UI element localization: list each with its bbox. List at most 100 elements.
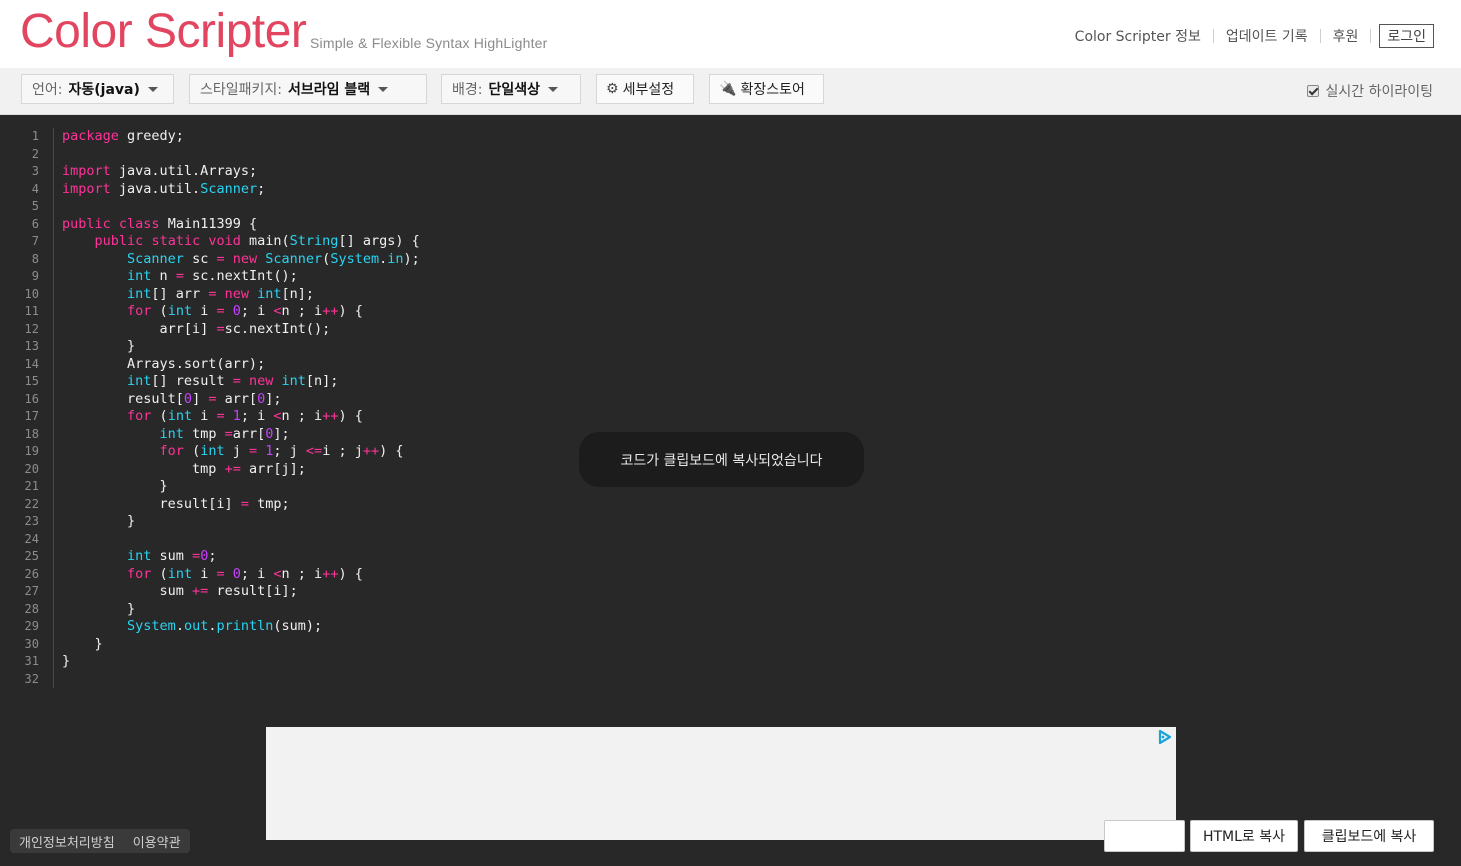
code-line[interactable]: import java.util.Scanner; — [62, 181, 420, 199]
settings-label: 세부설정 — [622, 82, 675, 98]
copy-clipboard-button[interactable]: 클립보드에 복사 — [1304, 820, 1434, 852]
code-line[interactable] — [62, 146, 420, 164]
code-line[interactable]: } — [62, 636, 420, 654]
line-number: 15 — [24, 374, 39, 388]
code-line[interactable]: for (int i = 1; i <n ; i++) { — [62, 408, 420, 426]
line-number: 10 — [24, 286, 39, 301]
code-line[interactable]: int sum =0; — [62, 548, 420, 566]
extension-store-button[interactable]: 🔌 확장스토어 — [709, 74, 824, 104]
realtime-checkbox[interactable] — [1306, 85, 1319, 97]
language-dropdown[interactable]: 언어: 자동(java) — [21, 74, 174, 104]
nav-divider — [1370, 29, 1372, 43]
line-number: 23 — [24, 514, 39, 528]
style-package-label: 스타일패키지: — [200, 82, 282, 98]
code-line[interactable]: int[] arr = new int[n]; — [62, 286, 420, 304]
style-package-dropdown[interactable]: 스타일패키지: 서브라임 블랙 — [189, 74, 427, 104]
chevron-down-icon — [378, 86, 389, 92]
toolbar: 언어: 자동(java) 스타일패키지: 서브라임 블랙 배경: 단일색상 ⚙ … — [0, 68, 1461, 115]
code-line[interactable]: int n = sc.nextInt(); — [62, 268, 420, 286]
code-line[interactable]: for (int i = 0; i <n ; i++) { — [62, 303, 420, 321]
ad-banner[interactable] — [266, 727, 1176, 840]
background-dropdown[interactable]: 배경: 단일색상 — [441, 74, 581, 104]
extension-store-label: 확장스토어 — [740, 82, 805, 98]
nav-link-donate[interactable]: 후원 — [1321, 26, 1371, 46]
terms-link[interactable]: 이용약관 — [133, 832, 181, 851]
line-number: 3 — [31, 164, 39, 178]
code-line[interactable]: int[] result = new int[n]; — [62, 373, 420, 391]
line-number: 16 — [24, 391, 39, 406]
line-number: 25 — [24, 549, 39, 563]
background-value: 단일색상 — [488, 82, 541, 98]
code-line[interactable]: for (int j = 1; j <=i ; j++) { — [62, 443, 420, 461]
code-line[interactable] — [62, 198, 420, 216]
code-area[interactable]: package greedy; import java.util.Arrays; i… — [62, 128, 420, 688]
line-number: 31 — [24, 654, 39, 668]
code-line[interactable]: System.out.println(sum); — [62, 618, 420, 636]
nav-link-updates[interactable]: 업데이트 기록 — [1214, 26, 1320, 46]
chevron-down-icon — [548, 86, 559, 92]
plug-icon: 🔌 — [719, 81, 737, 97]
code-line[interactable] — [62, 671, 420, 689]
line-number: 24 — [24, 531, 39, 546]
line-number: 21 — [24, 479, 39, 493]
style-package-value: 서브라임 블랙 — [288, 82, 371, 98]
line-number: 9 — [31, 269, 39, 283]
logo[interactable]: Color Scripter — [20, 2, 307, 62]
code-line[interactable]: sum += result[i]; — [62, 583, 420, 601]
realtime-highlighting-toggle[interactable]: 실시간 하이라이팅 — [1306, 81, 1433, 101]
line-number: 27 — [24, 584, 39, 598]
login-button[interactable]: 로그인 — [1379, 24, 1434, 48]
line-number: 20 — [24, 461, 39, 476]
line-number: 6 — [31, 216, 39, 231]
line-number: 4 — [31, 181, 39, 196]
privacy-policy-link[interactable]: 개인정보처리방침 — [19, 832, 115, 851]
line-number: 7 — [31, 234, 39, 248]
line-number: 32 — [24, 671, 39, 686]
tagline: Simple & Flexible Syntax HighLighter — [310, 35, 548, 51]
line-number: 19 — [24, 444, 39, 458]
code-line[interactable] — [62, 531, 420, 549]
gear-icon: ⚙ — [606, 81, 619, 97]
line-number: 8 — [31, 251, 39, 266]
code-line[interactable]: arr[i] =sc.nextInt(); — [62, 321, 420, 339]
footer-links: 개인정보처리방침 이용약관 — [10, 829, 190, 853]
copy-toast: 코드가 클립보드에 복사되었습니다 — [579, 432, 864, 487]
code-line[interactable]: } — [62, 601, 420, 619]
line-number: 18 — [24, 426, 39, 441]
settings-button[interactable]: ⚙ 세부설정 — [596, 74, 694, 104]
code-line[interactable]: } — [62, 338, 420, 356]
line-number: 22 — [24, 496, 39, 511]
line-number: 17 — [24, 409, 39, 423]
code-line[interactable]: Arrays.sort(arr); — [62, 356, 420, 374]
line-number: 11 — [24, 304, 39, 318]
code-line[interactable]: import java.util.Arrays; — [62, 163, 420, 181]
code-line[interactable]: } — [62, 478, 420, 496]
hidden-action-button[interactable] — [1104, 820, 1185, 852]
code-line[interactable]: result[i] = tmp; — [62, 496, 420, 514]
language-value: 자동(java) — [68, 82, 140, 98]
code-line[interactable]: public class Main11399 { — [62, 216, 420, 234]
top-header: Color Scripter Simple & Flexible Syntax … — [0, 0, 1461, 68]
line-number: 29 — [24, 619, 39, 633]
code-line[interactable]: for (int i = 0; i <n ; i++) { — [62, 566, 420, 584]
top-navigation: Color Scripter 정보 업데이트 기록 후원 로그인 — [1063, 24, 1434, 48]
code-line[interactable]: } — [62, 653, 420, 671]
nav-link-about[interactable]: Color Scripter 정보 — [1063, 26, 1213, 46]
code-line[interactable]: tmp += arr[j]; — [62, 461, 420, 479]
line-number: 5 — [31, 199, 39, 213]
line-number: 13 — [24, 339, 39, 353]
line-number-gutter: 1 2 3 4 5 6 7 8 9 10 11 12 13 14 15 16 17 18 19 20 21 22 23 24 2… — [0, 128, 54, 688]
code-line[interactable]: public static void main(String[] args) { — [62, 233, 420, 251]
line-number: 30 — [24, 636, 39, 651]
code-line[interactable]: Scanner sc = new Scanner(System.in); — [62, 251, 420, 269]
code-line[interactable]: } — [62, 513, 420, 531]
line-number: 2 — [31, 146, 39, 161]
code-editor[interactable]: 1 2 3 4 5 6 7 8 9 10 11 12 13 14 15 16 17 18 19 20 21 22 23 24 2… — [0, 115, 1461, 866]
copy-html-button[interactable]: HTML로 복사 — [1190, 820, 1298, 852]
background-label: 배경: — [452, 82, 483, 98]
code-line[interactable]: int tmp =arr[0]; — [62, 426, 420, 444]
code-line[interactable]: package greedy; — [62, 128, 420, 146]
code-line[interactable]: result[0] = arr[0]; — [62, 391, 420, 409]
adchoices-icon[interactable] — [1157, 729, 1173, 745]
line-number: 26 — [24, 566, 39, 581]
